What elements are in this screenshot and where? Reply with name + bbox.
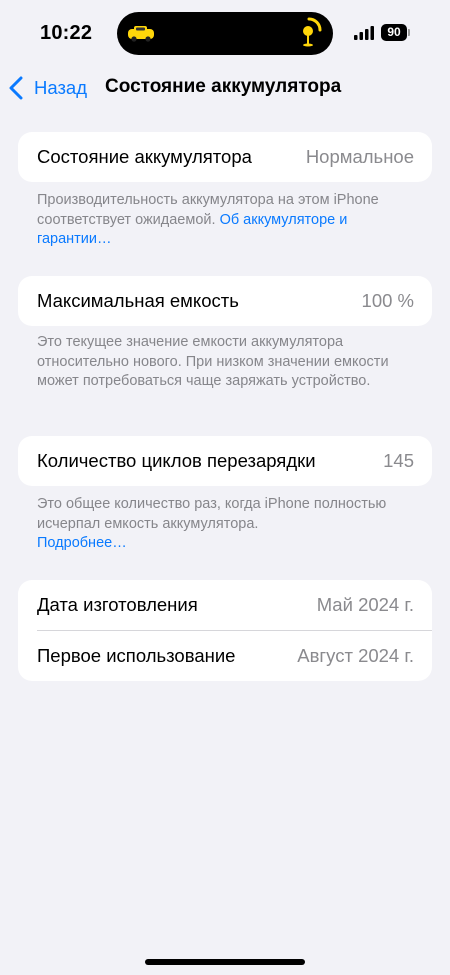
- first-use-row: Первое использование Август 2024 г.: [18, 631, 432, 681]
- status-bar: 10:22 90: [0, 0, 450, 66]
- back-button[interactable]: Назад: [8, 74, 87, 102]
- battery-icon: 90: [381, 24, 407, 41]
- cycle-count-row: Количество циклов перезарядки 145: [18, 436, 432, 486]
- cycle-count-footnote: Это общее количество раз, когда iPhone п…: [37, 495, 417, 554]
- manufacture-date-label: Дата изготовления: [37, 594, 198, 615]
- battery-health-screen: 10:22 90 Назад Состояние аккумулятора Со…: [0, 0, 450, 975]
- manufacture-date-value: Май 2024 г.: [316, 594, 414, 615]
- learn-more-link[interactable]: Подробнее…: [37, 535, 127, 551]
- battery-cap: [408, 29, 410, 36]
- cycle-count-footnote-text: Это общее количество раз, когда iPhone п…: [37, 496, 387, 532]
- chevron-left-icon: [9, 76, 23, 100]
- battery-health-footnote: Производительность аккумулятора на этом …: [37, 191, 417, 250]
- max-capacity-label: Максимальная емкость: [37, 290, 239, 311]
- first-use-label: Первое использование: [37, 645, 236, 666]
- battery-health-label: Состояние аккумулятора: [37, 146, 252, 167]
- first-use-value: Август 2024 г.: [297, 645, 414, 666]
- dynamic-island[interactable]: [117, 12, 333, 55]
- cycle-count-card: Количество циклов перезарядки 145: [18, 436, 432, 486]
- battery-health-card: Состояние аккумулятора Нормальное: [18, 132, 432, 182]
- max-capacity-footnote: Это текущее значение емкости аккумулятор…: [37, 334, 389, 389]
- cellular-signal-icon: [354, 26, 374, 40]
- battery-health-value: Нормальное: [305, 146, 414, 167]
- cycle-count-value: 145: [383, 450, 414, 471]
- max-capacity-card: Максимальная емкость 100 %: [18, 276, 432, 326]
- max-capacity-row: Максимальная емкость 100 %: [18, 276, 432, 326]
- max-capacity-value: 100 %: [361, 290, 414, 311]
- back-button-label: Назад: [34, 77, 88, 98]
- page-title: Состояние аккумулятора: [105, 76, 342, 97]
- manufacture-date-row: Дата изготовления Май 2024 г.: [18, 580, 432, 630]
- taxi-car-icon: [128, 26, 154, 42]
- battery-health-row: Состояние аккумулятора Нормальное: [18, 132, 432, 182]
- home-indicator[interactable]: [145, 959, 305, 965]
- status-time: 10:22: [40, 22, 93, 44]
- location-pin-icon: [303, 17, 322, 47]
- cycle-count-label: Количество циклов перезарядки: [37, 450, 316, 471]
- navigation-bar: Назад Состояние аккумулятора: [0, 66, 450, 110]
- dates-card: Дата изготовления Май 2024 г. Первое исп…: [18, 580, 432, 681]
